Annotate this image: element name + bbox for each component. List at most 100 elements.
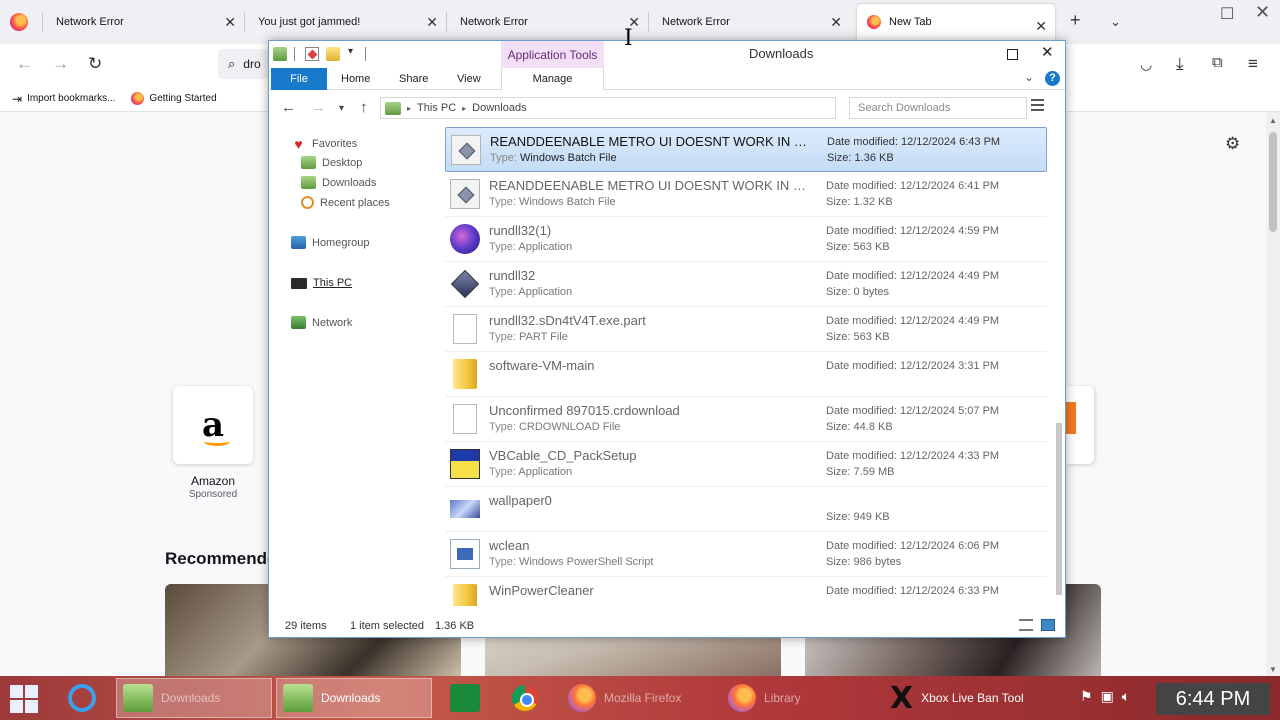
file-row[interactable]: WinPowerCleaner Date modified: 12/12/202… [445, 577, 1047, 606]
tab-view[interactable]: View [457, 68, 481, 90]
network-tray-icon[interactable]: ▣ [1101, 688, 1114, 705]
breadcrumb-downloads[interactable]: Downloads [472, 102, 526, 114]
tab-manage[interactable]: Manage [501, 68, 604, 90]
page-scrollbar[interactable]: ▲ ▼ [1266, 112, 1280, 676]
forward-arrow-icon[interactable]: → [52, 54, 69, 74]
file-row[interactable]: wclean Type: Windows PowerShell Script D… [445, 532, 1047, 577]
tab-close-icon[interactable]: ✕ [426, 14, 438, 31]
file-row[interactable]: REANDDEENABLE METRO UI DOESNT WORK IN WI… [445, 127, 1047, 172]
tab-home[interactable]: Home [341, 68, 370, 90]
breadcrumb-separator-icon[interactable]: ▸ [462, 104, 466, 113]
scroll-down-icon[interactable]: ▼ [1269, 665, 1277, 674]
nav-homegroup[interactable]: Homegroup [291, 236, 369, 249]
blank-file-icon [453, 314, 477, 344]
new-tab-plus-icon[interactable]: + [1070, 10, 1081, 31]
extensions-icon[interactable]: ⧉ [1212, 54, 1223, 71]
properties-icon[interactable] [305, 47, 319, 61]
explorer-titlebar[interactable]: ▾ Application Tools Downloads ✕ [269, 41, 1065, 68]
taskbar-downloads-1[interactable]: Downloads [116, 678, 272, 718]
up-arrow-icon[interactable]: ↑ [360, 99, 368, 116]
new-folder-icon[interactable] [326, 47, 340, 61]
tab-network-error-2[interactable]: Network Error ✕ [446, 0, 648, 44]
tab-label: Network Error [460, 16, 528, 28]
tab-share[interactable]: Share [399, 68, 428, 90]
taskbar-chrome[interactable] [506, 678, 550, 718]
tab-network-error-1[interactable]: Network Error ✕ [42, 0, 244, 44]
file-row[interactable]: rundll32 Type: Application Date modified… [445, 262, 1047, 307]
firefox-icon[interactable] [10, 13, 28, 31]
expand-ribbon-chevron-icon[interactable]: ⌄ [1024, 70, 1034, 84]
nav-recent-places[interactable]: Recent places [301, 196, 390, 209]
file-size: Size: 44.8 KB [826, 421, 893, 433]
tab-close-icon[interactable]: ✕ [1035, 18, 1047, 35]
maximize-icon[interactable] [1007, 49, 1018, 60]
close-icon[interactable]: ✕ [1041, 43, 1054, 61]
back-arrow-icon[interactable]: ← [281, 99, 296, 116]
nav-this-pc[interactable]: This PC [291, 277, 352, 289]
tab-label: Network Error [662, 16, 730, 28]
taskbar-store[interactable] [444, 678, 484, 718]
volume-icon[interactable]: 🔈︎ [1122, 688, 1130, 705]
taskbar-xbox-ban-tool[interactable]: X Xbox Live Ban Tool [884, 678, 1054, 718]
details-view-icon[interactable] [1019, 619, 1033, 631]
shortcut-tile-amazon[interactable]: a [173, 386, 253, 464]
file-row[interactable]: software-VM-main Date modified: 12/12/20… [445, 352, 1047, 397]
recent-locations-chevron-icon[interactable]: ▾ [339, 103, 344, 114]
scroll-up-icon[interactable]: ▲ [1269, 116, 1277, 125]
scrollbar-thumb[interactable] [1269, 132, 1277, 232]
help-icon[interactable]: ? [1045, 71, 1060, 86]
nav-downloads[interactable]: Downloads [301, 176, 376, 189]
action-center-flag-icon[interactable]: ⚑ [1080, 688, 1093, 705]
gear-icon[interactable]: ⚙ [1225, 134, 1240, 154]
nav-desktop[interactable]: Desktop [301, 156, 362, 169]
breadcrumb-separator-icon[interactable]: ▸ [407, 104, 411, 113]
breadcrumb-this-pc[interactable]: This PC [417, 102, 456, 114]
shortcut-tile-partial[interactable] [1066, 386, 1094, 464]
file-name: wclean [489, 538, 530, 553]
forward-arrow-icon[interactable]: → [311, 99, 326, 116]
bookmark-import[interactable]: ⇥ Import bookmarks... [12, 92, 115, 106]
file-row[interactable]: Unconfirmed 897015.crdownload Type: CRDO… [445, 397, 1047, 442]
scrollbar-thumb[interactable] [1056, 423, 1062, 595]
tab-label: You just got jammed! [258, 16, 361, 28]
address-bar[interactable]: ▸ This PC ▸ Downloads ⌄ ↻ [380, 97, 938, 119]
taskbar-mozilla-firefox[interactable]: Mozilla Firefox [562, 678, 712, 718]
tiles-view-icon[interactable] [1041, 619, 1055, 631]
file-row[interactable]: rundll32.sDn4tV4T.exe.part Type: PART Fi… [445, 307, 1047, 352]
back-arrow-icon[interactable]: ← [16, 54, 33, 74]
search-input[interactable]: Search Downloads [849, 97, 1027, 119]
file-list-scrollbar[interactable] [1053, 126, 1065, 606]
close-window-icon[interactable]: ✕ [1255, 2, 1270, 23]
start-windows-icon[interactable] [10, 685, 38, 713]
menu-hamburger-icon[interactable]: ≡ [1248, 54, 1258, 74]
firefox-icon [568, 684, 596, 712]
application-tools-tab[interactable]: Application Tools [501, 41, 604, 68]
tab-jammed[interactable]: You just got jammed! ✕ [244, 0, 446, 44]
quick-access-dropdown-icon[interactable]: ▾ [348, 46, 353, 57]
file-row[interactable]: VBCable_CD_PackSetup Type: Application D… [445, 442, 1047, 487]
tab-close-icon[interactable]: ✕ [830, 14, 842, 31]
taskbar-library[interactable]: Library [722, 678, 872, 718]
taskbar-internet-explorer[interactable] [62, 678, 108, 718]
downloads-arrow-icon[interactable]: ⤓ [1176, 54, 1184, 74]
taskbar-downloads-2[interactable]: Downloads [276, 678, 432, 718]
list-tabs-chevron-icon[interactable]: ⌄ [1110, 14, 1121, 30]
file-row[interactable]: wallpaper0 Size: 949 KB [445, 487, 1047, 532]
pocket-icon[interactable]: ◡ [1140, 56, 1152, 73]
file-row[interactable]: rundll32(1) Type: Application Date modif… [445, 217, 1047, 262]
tab-file[interactable]: File [271, 68, 327, 90]
tab-network-error-3[interactable]: Network Error ✕ [648, 0, 850, 44]
tab-close-icon[interactable]: ✕ [224, 14, 236, 31]
reload-icon[interactable]: ↻ [88, 54, 102, 74]
maximize-icon[interactable]: ☐ [1220, 4, 1234, 24]
nav-network[interactable]: Network [291, 316, 352, 329]
file-row[interactable]: REANDDEENABLE METRO UI DOESNT WORK IN WI… [445, 172, 1047, 217]
import-icon: ⇥ [12, 91, 23, 106]
options-menu-icon[interactable] [1031, 99, 1045, 113]
bookmark-getting-started[interactable]: Getting Started [131, 92, 217, 105]
taskbar-clock[interactable]: 6:44 PM [1156, 683, 1270, 715]
folder-icon[interactable] [273, 47, 287, 61]
tab-new-tab[interactable]: New Tab ✕ [857, 4, 1055, 40]
nav-favorites[interactable]: ♥ Favorites [291, 136, 357, 152]
status-bar: 29 items 1 item selected 1.36 KB [269, 614, 1065, 637]
